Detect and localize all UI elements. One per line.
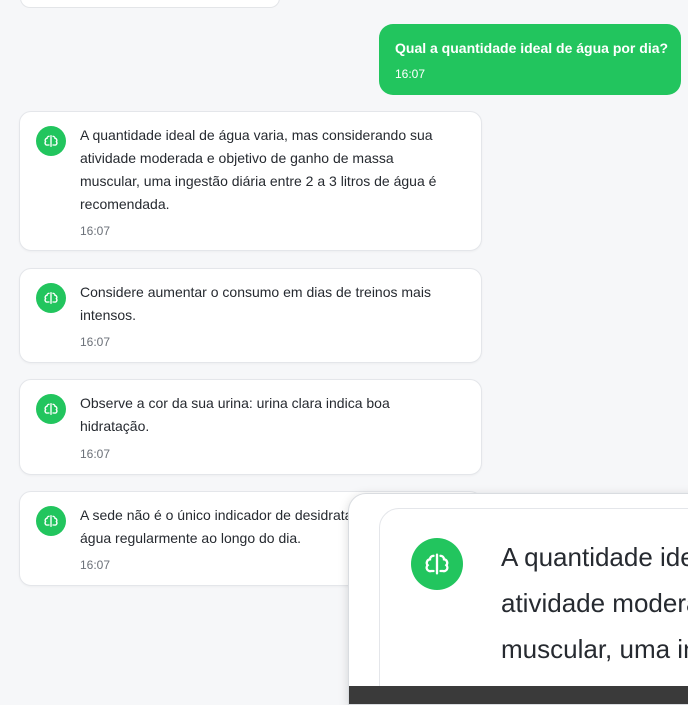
bot-message-time: 16:07 — [80, 224, 111, 238]
bot-message-card: A quantidade ideal de água varia, mas co… — [19, 111, 482, 251]
brain-icon — [411, 538, 463, 590]
zoom-bottom-bar — [349, 686, 688, 704]
bot-message-time: 16:07 — [80, 335, 111, 349]
zoom-preview-panel: A quantidade ideal de água varia, mas co… — [348, 493, 688, 705]
previous-message-card — [20, 0, 280, 8]
bot-message-text: A quantidade ideal de água varia, mas co… — [80, 127, 437, 212]
bot-message-time: 16:07 — [80, 558, 111, 572]
bot-message-text: Considere aumentar o consumo em dias de … — [80, 284, 431, 323]
bot-message-text: Observe a cor da sua urina: urina clara … — [80, 395, 390, 434]
user-message-bubble: Qual a quantidade ideal de água por dia?… — [379, 24, 681, 95]
bot-message-card: Considere aumentar o consumo em dias de … — [19, 268, 482, 363]
brain-icon — [36, 126, 66, 156]
user-message-text: Qual a quantidade ideal de água por dia? — [395, 40, 669, 56]
user-message-time: 16:07 — [395, 67, 426, 81]
zoom-message-text: A quantidade ideal de água varia, mas co… — [501, 542, 688, 664]
brain-icon — [36, 283, 66, 313]
brain-icon — [36, 506, 66, 536]
bot-message-time: 16:07 — [80, 447, 111, 461]
brain-icon — [36, 394, 66, 424]
bot-message-card: Observe a cor da sua urina: urina clara … — [19, 379, 482, 475]
